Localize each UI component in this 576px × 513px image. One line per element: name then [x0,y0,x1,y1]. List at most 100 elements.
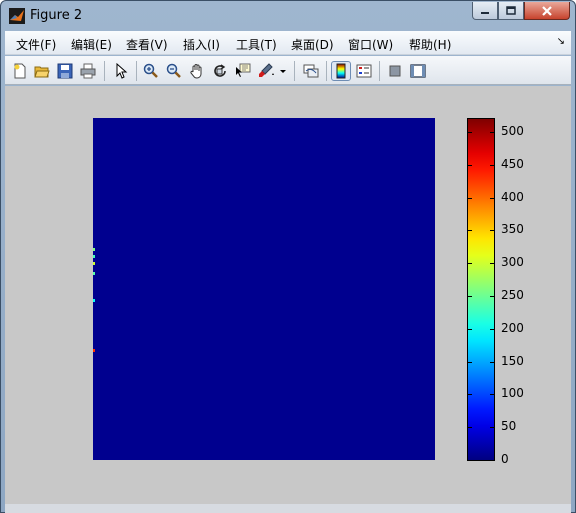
print-icon [80,63,96,79]
menu-bar: 文件(F) 编辑(E) 查看(V) 插入(I) 工具(T) 桌面(D) 窗口(W… [5,31,571,55]
figure-toolbar [5,56,571,85]
zoom-in-icon [143,63,158,78]
minimize-button[interactable] [472,2,498,20]
colorbar-tick-label: 150 [501,353,524,368]
colorbar-tick [468,427,472,429]
brush-dropdown[interactable] [278,61,288,81]
toolbar-separator [136,61,137,81]
toolbar-separator [326,61,327,81]
menu-desktop[interactable]: 桌面(D) [291,36,334,53]
window-bottom-border [5,504,571,513]
link-plot-button[interactable] [301,61,321,81]
colorbar-tick [490,394,494,396]
colorbar-tick [468,230,472,232]
colorbar-tick [490,197,494,199]
show-plot-tools-button[interactable] [408,61,428,81]
insert-colorbar-button[interactable] [331,61,351,81]
maximize-button[interactable] [498,2,524,20]
colorbar-tick [490,296,494,298]
toolbar-separator [104,61,105,81]
menu-window[interactable]: 窗口(W) [348,36,393,53]
colorbar-tick-label: 50 [501,419,517,434]
image-pixel [93,299,95,302]
colorbar-tick [490,164,494,166]
colorbar-tick-label: 250 [501,288,524,303]
data-cursor-icon [236,63,251,77]
colorbar-tick [490,361,494,363]
menu-view[interactable]: 查看(V) [126,36,168,53]
image-pixel [93,272,95,275]
brush-icon [259,63,274,77]
zoom-out-icon [166,63,181,78]
matlab-logo-icon [9,8,25,24]
colorbar-tick [490,230,494,232]
rotate-3d-button[interactable] [210,61,230,81]
title-bar[interactable]: Figure 2 [1,1,575,31]
zoom-out-button[interactable] [164,61,184,81]
open-file-icon [34,66,50,78]
data-cursor-button[interactable] [233,61,253,81]
image-axes[interactable] [93,118,435,460]
new-figure-icon [14,63,26,79]
maximize-icon [506,5,516,15]
show-plot-tools-icon [410,64,426,78]
colorbar-tick [468,263,472,265]
colorbar-tick [490,460,494,461]
image-pixel [93,255,95,258]
hide-plot-tools-icon [389,65,401,77]
colorbar-tick [468,164,472,166]
link-plot-icon [303,64,319,78]
colorbar-tick-label: 400 [501,189,524,204]
colorbar-tick-label: 500 [501,124,524,139]
edit-plot-button[interactable] [111,61,131,81]
new-figure-button[interactable] [10,61,30,81]
colorbar-tick [468,296,472,298]
toolbar-separator [294,61,295,81]
pan-hand-icon [190,64,202,79]
chevron-down-icon [280,70,286,73]
pan-button[interactable] [187,61,207,81]
image-pixel [93,262,95,265]
save-button[interactable] [55,61,75,81]
menu-insert[interactable]: 插入(I) [183,36,220,53]
colorbar-tick [468,460,472,461]
print-button[interactable] [78,61,98,81]
colorbar-tick [468,132,472,134]
menu-tools[interactable]: 工具(T) [236,36,277,53]
save-icon [57,63,73,79]
brush-button[interactable] [256,61,276,81]
colorbar-tick [468,328,472,330]
colorbar-tick [490,427,494,429]
colorbar-tick-label: 450 [501,156,524,171]
zoom-in-button[interactable] [141,61,161,81]
colorbar-tick-label: 200 [501,320,524,335]
insert-legend-button[interactable] [354,61,374,81]
menu-help[interactable]: 帮助(H) [409,36,451,53]
dock-arrow-icon[interactable]: ↘ [557,36,565,47]
image-pixel [93,248,95,251]
colorbar-tick-label: 0 [501,452,509,466]
colorbar-tick [468,361,472,363]
close-button[interactable] [524,2,570,20]
toolbar-separator [379,61,380,81]
window-title: Figure 2 [30,8,83,23]
figure-canvas: 0 50 100 150 200 250 300 350 400 450 500 [5,86,571,504]
menu-edit[interactable]: 编辑(E) [71,36,112,53]
colorbar-tick-label: 350 [501,222,524,237]
image-pixel [93,349,95,352]
menu-file[interactable]: 文件(F) [16,36,56,53]
colorbar[interactable] [467,118,495,461]
colorbar-tick-label: 100 [501,386,524,401]
colorbar-tick [490,328,494,330]
legend-icon [356,64,372,78]
pointer-icon [116,63,128,79]
colorbar-tick [490,263,494,265]
colorbar-tick [468,394,472,396]
colorbar-icon [336,63,346,79]
close-icon [542,5,552,16]
open-file-button[interactable] [32,61,52,81]
minimize-icon [481,11,489,14]
colorbar-tick [468,197,472,199]
rotate-3d-icon [214,64,226,77]
hide-plot-tools-button[interactable] [385,61,405,81]
